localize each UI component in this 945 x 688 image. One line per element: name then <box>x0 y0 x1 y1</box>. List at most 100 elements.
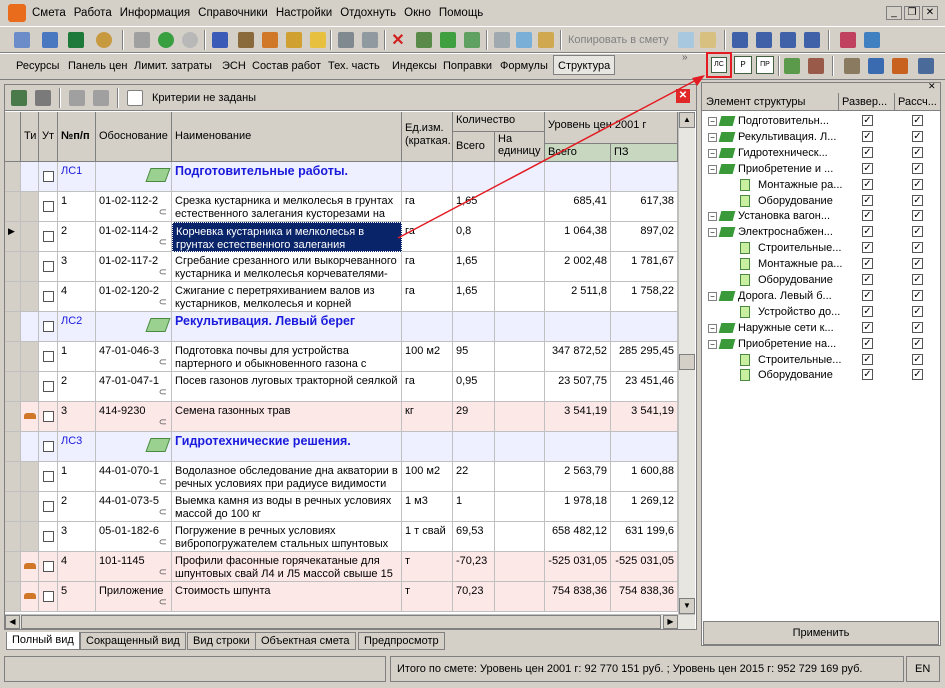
tab-indexes[interactable]: Индексы <box>392 56 437 76</box>
overflow-chevron-icon[interactable]: » <box>682 52 688 63</box>
save-icon[interactable] <box>132 30 152 50</box>
tree-toggle-icon[interactable]: − <box>708 228 717 238</box>
tree-toggle-icon[interactable]: − <box>708 117 717 126</box>
app-icon[interactable] <box>8 4 26 22</box>
tree-toggle-icon[interactable]: − <box>708 212 717 222</box>
expand-checkbox[interactable]: ✓ <box>862 337 873 349</box>
tree-toggle-icon[interactable]: − <box>708 291 717 301</box>
col-price-level[interactable]: Уровень цен 2001 г <box>545 112 678 144</box>
tree-item[interactable]: − Подготовительн... ✓ ✓ <box>702 113 940 129</box>
row-checkbox[interactable] <box>43 261 54 272</box>
expand-checkbox[interactable]: ✓ <box>862 146 873 158</box>
expand-checkbox[interactable]: ✓ <box>862 305 873 317</box>
col-calc[interactable]: Рассч... <box>898 96 937 108</box>
tree-item[interactable]: − Рекультивация. Л... ✓ ✓ <box>702 129 940 145</box>
expand-checkbox[interactable]: ✓ <box>862 321 873 333</box>
calc-checkbox[interactable]: ✓ <box>912 115 923 126</box>
expand-checkbox[interactable]: ✓ <box>862 210 873 222</box>
expand-all-icon[interactable] <box>9 88 29 108</box>
tree-toggle-icon[interactable]: − <box>708 339 717 349</box>
col-qty[interactable]: Количество <box>453 112 545 132</box>
copy-to-estimate-button[interactable]: Копировать в смету <box>568 34 669 46</box>
expand-checkbox[interactable]: ✓ <box>862 115 873 126</box>
tab-object-estimate[interactable]: Объектная смета <box>255 632 356 650</box>
filter-icon[interactable] <box>125 88 145 108</box>
tree-item[interactable]: − Гидротехническ... ✓ ✓ <box>702 145 940 161</box>
calc-checkbox[interactable]: ✓ <box>912 242 923 254</box>
calc-checkbox[interactable]: ✓ <box>912 194 923 206</box>
section-row[interactable]: ЛС3 Гидротехнические решения. <box>5 432 678 462</box>
expand-checkbox[interactable]: ✓ <box>862 274 873 285</box>
tree-item[interactable]: − Электроснабжен... ✓ ✓ <box>702 224 940 240</box>
bricks-icon[interactable] <box>260 30 280 50</box>
tree-item[interactable]: − Приобретение на... ✓ ✓ <box>702 336 940 352</box>
table-row[interactable]: 3 05-01-182-6 ⊂ Погружение в речных условия… <box>5 522 678 552</box>
comment-icon[interactable] <box>308 30 328 50</box>
col-num[interactable]: №п/п <box>58 112 96 162</box>
expand-checkbox[interactable]: ✓ <box>862 130 873 142</box>
resource-icon[interactable] <box>284 30 304 50</box>
calc-checkbox[interactable]: ✓ <box>912 274 923 285</box>
tab-structure[interactable]: Структура <box>553 55 616 75</box>
row-checkbox[interactable] <box>43 531 54 542</box>
tab-price-panel[interactable]: Панель цен <box>68 56 127 76</box>
tree-item[interactable]: Монтажные ра... ✓ ✓ <box>702 177 940 193</box>
expand-checkbox[interactable]: ✓ <box>862 369 873 381</box>
arrow-up-icon[interactable] <box>67 88 87 108</box>
section-row[interactable]: ЛС2 Рекультивация. Левый берег <box>5 312 678 342</box>
excel-icon[interactable] <box>66 30 86 50</box>
recalc-icon[interactable] <box>210 30 230 50</box>
attachment-icon[interactable]: ⊂ <box>159 416 167 429</box>
menu-smeta[interactable]: Смета <box>28 0 70 26</box>
attachment-icon[interactable]: ⊂ <box>159 206 167 219</box>
attachment-icon[interactable]: ⊂ <box>159 506 167 519</box>
tree-item[interactable]: − Приобретение и ... ✓ ✓ <box>702 161 940 177</box>
tree-item[interactable]: Строительные... ✓ ✓ <box>702 352 940 368</box>
menu-rest[interactable]: Отдохнуть <box>336 0 400 26</box>
scroll-right-icon[interactable]: ▶ <box>663 615 678 629</box>
calc-checkbox[interactable]: ✓ <box>912 162 923 174</box>
collapse-all-icon[interactable] <box>33 88 53 108</box>
table-row[interactable]: 4 01-02-120-2 ⊂ Сжигание с перетряхиванием … <box>5 282 678 312</box>
copy-alt-icon[interactable] <box>676 30 696 50</box>
tab-short-view[interactable]: Сокращенный вид <box>80 632 186 650</box>
tree-toggle-icon[interactable]: − <box>708 164 717 174</box>
tree-item[interactable]: − Дорога. Левый б... ✓ ✓ <box>702 288 940 304</box>
col-qty-per[interactable]: На единицу <box>495 132 545 162</box>
outdent-icon[interactable] <box>754 30 774 50</box>
row-checkbox[interactable] <box>43 441 54 452</box>
table-row[interactable]: ▶ 2 01-02-114-2 ⊂ Корчевка кустарника и мелк… <box>5 222 678 252</box>
new-estimate-icon[interactable] <box>12 30 32 50</box>
equipment-icon[interactable] <box>360 30 380 50</box>
structure-ls-button[interactable]: ЛС <box>706 52 732 78</box>
expand-checkbox[interactable]: ✓ <box>862 162 873 174</box>
attachment-icon[interactable]: ⊂ <box>159 596 167 609</box>
tree-toggle-icon[interactable]: − <box>708 148 717 158</box>
search-icon[interactable] <box>94 30 114 50</box>
refresh-icon[interactable] <box>156 30 176 50</box>
calc-checkbox[interactable]: ✓ <box>912 130 923 142</box>
tree-item[interactable]: − Установка вагон... ✓ ✓ <box>702 208 940 224</box>
row-checkbox[interactable] <box>43 351 54 362</box>
indent-icon[interactable] <box>730 30 750 50</box>
calc-checkbox[interactable]: ✓ <box>912 369 923 381</box>
row-checkbox[interactable] <box>43 231 54 242</box>
row-checkbox[interactable] <box>43 501 54 512</box>
tab-resources[interactable]: Ресурсы <box>16 56 59 76</box>
row-checkbox[interactable] <box>43 561 54 572</box>
table-row[interactable]: 5 Приложение ⊂ Стоимость шпунта т 70,23 754 83… <box>5 582 678 612</box>
calc-checkbox[interactable]: ✓ <box>912 337 923 349</box>
tab-full-view[interactable]: Полный вид <box>6 632 80 650</box>
books-icon[interactable] <box>838 30 858 50</box>
attachment-icon[interactable]: ⊂ <box>159 386 167 399</box>
calc-checkbox[interactable]: ✓ <box>912 146 923 158</box>
structure-add-icon[interactable] <box>782 56 802 76</box>
menu-references[interactable]: Справочники <box>194 0 272 26</box>
menu-info[interactable]: Информация <box>116 0 194 26</box>
add-row-icon[interactable] <box>438 30 458 50</box>
hscroll-thumb[interactable] <box>21 615 661 629</box>
vertical-scrollbar[interactable]: ▲ ▼ <box>678 112 695 614</box>
expand-checkbox[interactable]: ✓ <box>862 242 873 254</box>
tree-toggle-icon[interactable]: − <box>708 323 717 333</box>
expand-checkbox[interactable]: ✓ <box>862 226 873 238</box>
